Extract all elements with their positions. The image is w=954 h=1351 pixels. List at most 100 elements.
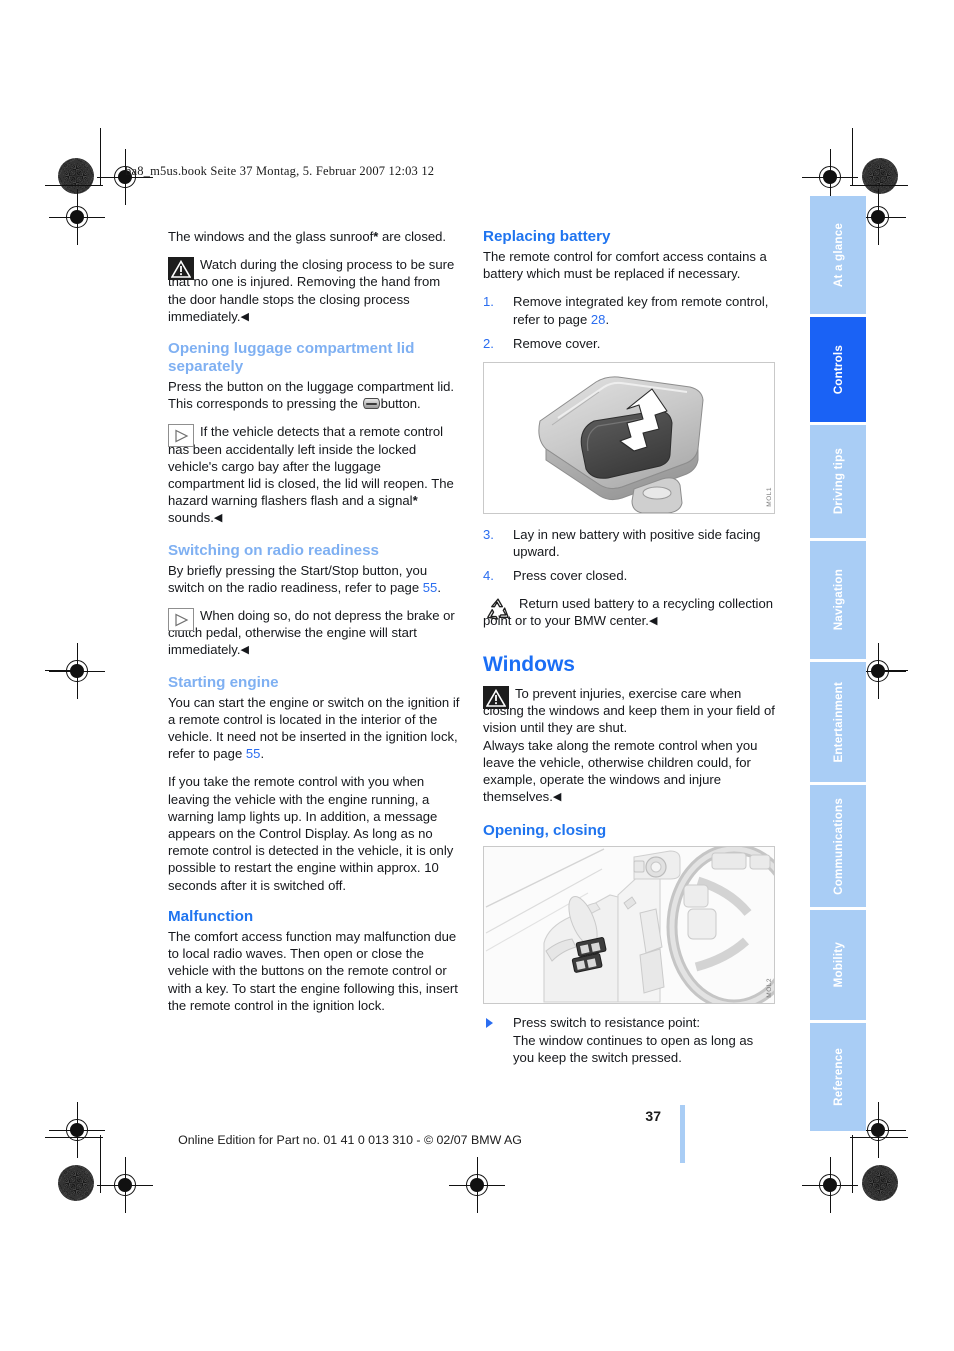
radio-paragraph-a: By briefly pressing the Start/Stop butto… bbox=[168, 562, 428, 595]
heading-starting-engine: Starting engine bbox=[168, 673, 279, 691]
battery-steps-after-figure: 3. Lay in new battery with positive side … bbox=[483, 526, 775, 585]
trim-line-top-horizontal-right bbox=[850, 185, 908, 186]
figure-code: MOL1 bbox=[766, 487, 773, 508]
battery-steps-before-figure: 1. Remove integrated key from remote cont… bbox=[483, 293, 775, 352]
tab-label: Reference bbox=[831, 1048, 845, 1106]
intro-paragraph: The windows and the glass sunroof* are c… bbox=[168, 228, 460, 245]
step-number: 2. bbox=[483, 335, 494, 351]
warning-windows-body-1: To prevent injuries, exercise care when … bbox=[483, 686, 775, 736]
step-text: Press cover closed. bbox=[513, 568, 628, 584]
step-item: 1. Remove integrated key from remote cont… bbox=[483, 293, 775, 327]
footer-text: Online Edition for Part no. 01 41 0 013 … bbox=[0, 1133, 954, 1147]
step-number: 3. bbox=[483, 527, 494, 543]
warning-note-windows: To prevent injuries, exercise care when … bbox=[483, 685, 775, 806]
manual-page: ba8_m5us.book Seite 37 Montag, 5. Februa… bbox=[0, 0, 954, 1351]
info-note-radio: When doing so, do not depress the brake … bbox=[168, 607, 460, 660]
tab-label: At a glance bbox=[831, 222, 845, 288]
info-note-radio-text: When doing so, do not depress the brake … bbox=[168, 607, 460, 660]
tab-label: Communications bbox=[831, 797, 845, 895]
tab-reference[interactable]: Reference bbox=[810, 1023, 866, 1131]
heading-replacing-battery: Replacing battery bbox=[483, 228, 611, 245]
warning-note-closing: Watch during the closing process to be s… bbox=[168, 256, 460, 326]
heading-opening-closing: Opening, closing bbox=[483, 822, 607, 840]
step-text: Remove cover. bbox=[513, 335, 601, 351]
registration-mark-bottom-center bbox=[449, 1157, 505, 1213]
footer-copyright: Online Edition for Part no. 01 41 0 013 … bbox=[178, 1133, 522, 1147]
step-number: 4. bbox=[483, 568, 494, 584]
recycling-note-body: Return used battery to a recycling colle… bbox=[483, 595, 774, 628]
tab-navigation[interactable]: Navigation bbox=[810, 541, 866, 659]
recycling-icon bbox=[483, 596, 509, 620]
moire-target-top-right bbox=[862, 158, 898, 194]
heading-switching-on-radio-readiness: Switching on radio readiness bbox=[168, 541, 379, 559]
info-note-luggage-tail: sounds. bbox=[168, 510, 214, 526]
trim-line-center-right bbox=[872, 670, 908, 671]
page-reference-28[interactable]: 28 bbox=[591, 312, 606, 327]
window-switch-instruction: Press switch to resistance point: The wi… bbox=[483, 1014, 775, 1066]
luggage-paragraph-b: button. bbox=[380, 396, 421, 412]
recycling-note: Return used battery to a recycling colle… bbox=[483, 595, 775, 630]
registration-mark-top-right bbox=[802, 149, 858, 205]
info-note-radio-body: When doing so, do not depress the brake … bbox=[168, 608, 455, 658]
tab-mobility[interactable]: Mobility bbox=[810, 910, 866, 1020]
triangle-bullet-icon bbox=[486, 1018, 493, 1029]
info-note-luggage-text: If the vehicle detects that a remote con… bbox=[168, 423, 460, 527]
info-note-luggage: If the vehicle detects that a remote con… bbox=[168, 423, 460, 527]
warning-triangle-icon bbox=[168, 257, 194, 281]
file-header-line: ba8_m5us.book Seite 37 Montag, 5. Februa… bbox=[125, 164, 435, 178]
end-mark: ◀ bbox=[240, 310, 249, 323]
trim-line-right-vertical bbox=[852, 128, 853, 186]
tab-controls[interactable]: Controls bbox=[810, 317, 866, 422]
intro-text: The windows and the glass sunroof bbox=[168, 229, 374, 244]
tab-driving-tips[interactable]: Driving tips bbox=[810, 425, 866, 538]
moire-target-bottom-right bbox=[862, 1165, 898, 1201]
remote-control-cover-removal-illustration: MOL1 bbox=[483, 362, 775, 515]
warning-note-windows-text: To prevent injuries, exercise care when … bbox=[483, 685, 775, 737]
tab-at-a-glance[interactable]: At a glance bbox=[810, 196, 866, 314]
play-triangle-note-icon bbox=[168, 424, 194, 448]
warning-windows-body-2: Always take along the remote control whe… bbox=[483, 737, 758, 805]
page-number: 37 bbox=[645, 1108, 661, 1124]
tab-communications[interactable]: Communications bbox=[810, 785, 866, 907]
radio-paragraph-b: . bbox=[437, 579, 441, 595]
registration-mark-mid-left bbox=[49, 189, 105, 245]
page-reference-55-a[interactable]: 55 bbox=[423, 580, 438, 595]
tab-label: Navigation bbox=[831, 569, 845, 631]
end-mark-5: ◀ bbox=[552, 791, 562, 804]
end-mark-2: ◀ bbox=[213, 512, 223, 525]
chapter-tab-strip: At a glance Controls Driving tips Naviga… bbox=[810, 196, 866, 1134]
warning-note-windows-text-2: Always take along the remote control whe… bbox=[483, 737, 775, 807]
battery-paragraph: The remote control for comfort access co… bbox=[483, 249, 767, 282]
tab-entertainment[interactable]: Entertainment bbox=[810, 662, 866, 782]
left-column: The windows and the glass sunroof * are c… bbox=[168, 228, 460, 1025]
instruction-line-2: The window continues to open as long as … bbox=[513, 1032, 754, 1065]
step-text: Lay in new battery with positive side fa… bbox=[513, 527, 761, 560]
registration-mark-bottom-center-right bbox=[802, 1157, 858, 1213]
figure-code-2: MOL2 bbox=[766, 977, 773, 998]
starting-engine-text-a: You can start the engine or switch on th… bbox=[168, 694, 460, 762]
registration-mark-left-middle bbox=[49, 643, 105, 699]
instruction-line-1: Press switch to resistance point: bbox=[513, 1015, 701, 1031]
malfunction-paragraph: The comfort access function may malfunct… bbox=[168, 928, 458, 1013]
heading-windows: Windows bbox=[483, 653, 575, 677]
tab-label: Controls bbox=[831, 344, 845, 395]
page-reference-55-b[interactable]: 55 bbox=[246, 746, 261, 761]
starting-engine-paragraph-2: If you take the remote control with you … bbox=[168, 774, 454, 893]
starting-engine-text-b: . bbox=[260, 746, 265, 762]
trim-line-top-horizontal bbox=[45, 185, 103, 186]
end-mark-4: ◀ bbox=[648, 614, 658, 627]
step-item: 3. Lay in new battery with positive side … bbox=[483, 526, 775, 560]
intro-text-tail: are closed. bbox=[378, 229, 447, 244]
step-text: Remove integrated key from remote contro… bbox=[513, 294, 769, 327]
warning-note-body: Watch during the closing process to be s… bbox=[168, 257, 455, 324]
step-item: 4. Press cover closed. bbox=[483, 567, 775, 584]
end-mark-3: ◀ bbox=[240, 644, 249, 657]
trim-line-left-vertical bbox=[100, 128, 101, 186]
moire-target-bottom-left bbox=[58, 1165, 94, 1201]
info-note-luggage-body: If the vehicle detects that a remote con… bbox=[168, 424, 454, 509]
play-triangle-note-icon-2 bbox=[168, 608, 194, 632]
right-column: Replacing battery The remote control for… bbox=[483, 228, 802, 1066]
tab-label: Mobility bbox=[831, 942, 845, 988]
warning-note-text: Watch during the closing process to be s… bbox=[168, 256, 460, 326]
step-text-tail: . bbox=[605, 311, 610, 327]
